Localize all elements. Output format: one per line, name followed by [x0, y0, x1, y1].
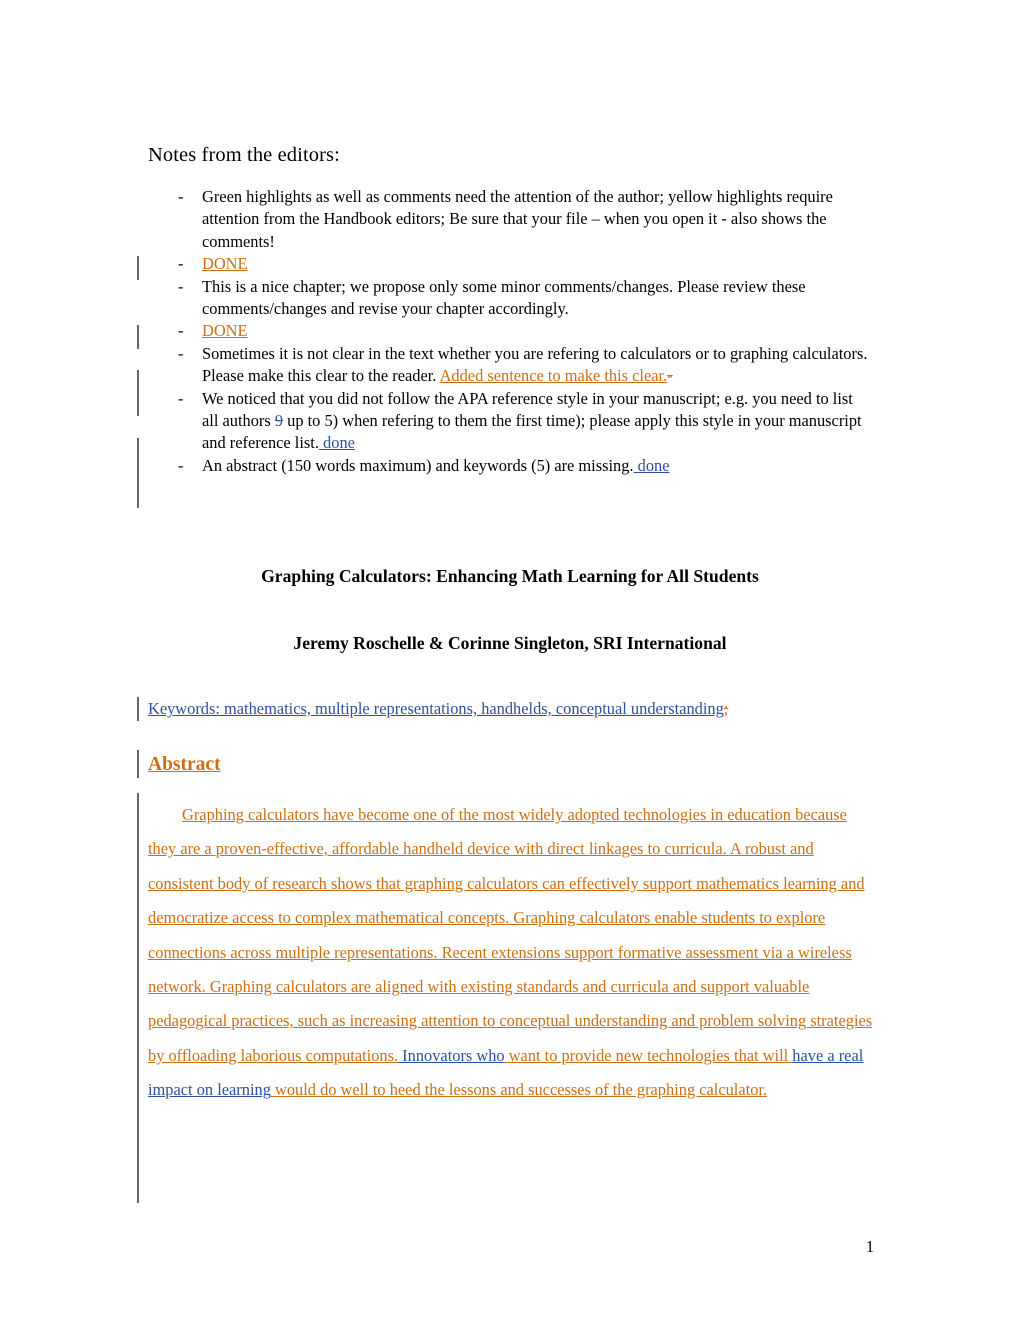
bullet-dash: - [178, 455, 184, 475]
notes-heading: Notes from the editors: [148, 144, 340, 166]
list-item: - Sometimes it is not clear in the text … [178, 343, 868, 388]
inserted-text: done [318, 433, 355, 453]
note-text: DONE [202, 253, 868, 275]
bullet-dash: - [178, 276, 184, 296]
list-item: - DONE [178, 320, 868, 342]
list-item: - DONE [178, 253, 868, 275]
note-plain-text: An abstract (150 words maximum) and keyw… [202, 455, 634, 475]
inserted-text: want to provide new technologies that wi… [504, 1045, 793, 1065]
change-bar [137, 438, 139, 508]
note-text: An abstract (150 words maximum) and keyw… [202, 455, 868, 477]
deleted-text: - [667, 366, 673, 386]
inserted-text: Innovators who [398, 1045, 505, 1065]
page-number: 1 [865, 1237, 875, 1256]
keywords-line: Keywords: mathematics, multiple represen… [148, 698, 888, 720]
note-text: DONE [202, 320, 868, 342]
inserted-text: Abstract [148, 754, 221, 775]
note-text: Green highlights as well as comments nee… [202, 187, 833, 251]
note-text: We noticed that you did not follow the A… [202, 388, 868, 455]
editor-notes-list: - Green highlights as well as comments n… [178, 186, 868, 477]
document-page: Notes from the editors: - Green highligh… [0, 0, 1020, 1320]
note-text: This is a nice chapter; we propose only … [202, 276, 806, 319]
change-bar [137, 793, 139, 1203]
abstract-body: Graphing calculators have become one of … [148, 798, 874, 1108]
bullet-dash: - [178, 388, 184, 408]
change-bar [137, 750, 139, 778]
bullet-dash: - [178, 254, 184, 274]
change-bar [137, 370, 139, 416]
note-text: Sometimes it is not clear in the text wh… [202, 343, 868, 388]
inserted-text: Added sentence to make this clear. [439, 366, 668, 386]
bullet-dash: - [178, 343, 184, 363]
deleted-text: 9 [274, 411, 284, 431]
bullet-dash: - [178, 187, 184, 206]
list-item: - Green highlights as well as comments n… [178, 186, 868, 253]
abstract-heading: Abstract [148, 752, 221, 778]
inserted-text: Keywords: mathematics, multiple represen… [148, 699, 724, 718]
list-item: - We noticed that you did not follow the… [178, 388, 868, 455]
inserted-text: Graphing calculators have become one of … [148, 805, 873, 1065]
page-title: Graphing Calculators: Enhancing Math Lea… [261, 566, 759, 586]
change-bar [137, 256, 139, 280]
deleted-text: ; [723, 699, 729, 718]
list-item: - An abstract (150 words maximum) and ke… [178, 455, 868, 477]
inserted-text: DONE [202, 254, 248, 274]
change-bar [137, 325, 139, 349]
change-bar [137, 697, 139, 721]
inserted-text: DONE [202, 321, 248, 341]
inserted-text: done [633, 455, 670, 475]
inserted-text: would do well to heed the lessons and su… [270, 1080, 768, 1100]
bullet-dash: - [178, 321, 184, 341]
list-item: - This is a nice chapter; we propose onl… [178, 276, 868, 321]
author-line: Jeremy Roschelle & Corinne Singleton, SR… [293, 633, 727, 653]
note-plain-text: up to 5) when refering to them the first… [202, 411, 862, 453]
